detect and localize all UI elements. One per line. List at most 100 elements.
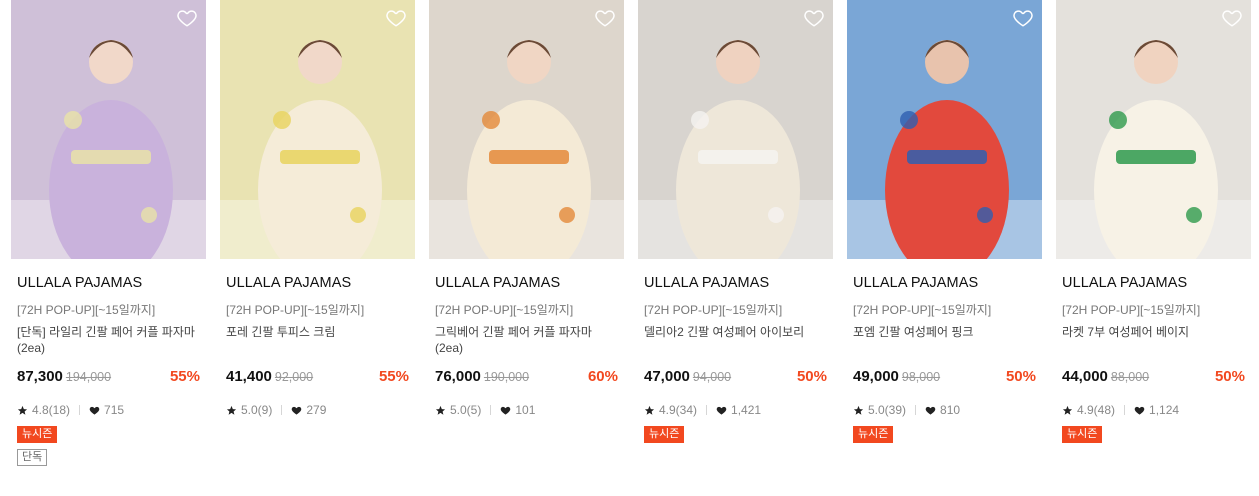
divider — [1124, 405, 1126, 415]
likes-count: 810 — [940, 403, 961, 417]
rating-value: 4.8(18) — [32, 403, 71, 417]
product-name[interactable]: 그릭베어 긴팔 페어 커플 파자마(2ea) — [435, 324, 618, 356]
rating-value: 4.9(34) — [659, 403, 698, 417]
new-season-badge: 뉴시즌 — [853, 426, 894, 443]
product-info: ULLALA PAJAMAS [72H POP-UP][~15일까지] 그릭베어… — [429, 275, 624, 426]
heart-filled-icon — [1134, 405, 1145, 416]
price-row: 87,300 194,000 55% — [17, 368, 200, 388]
wishlist-heart-icon[interactable] — [594, 7, 616, 29]
wishlist-heart-icon[interactable] — [1221, 7, 1243, 29]
sale-price: 47,000 — [644, 368, 690, 385]
original-price: 92,000 — [274, 370, 314, 384]
sale-price: 87,300 — [17, 368, 63, 385]
discount-rate: 55% — [378, 368, 409, 385]
discount-rate: 50% — [796, 368, 827, 385]
sale-price: 49,000 — [853, 368, 899, 385]
product-card[interactable]: ULLALA PAJAMAS [72H POP-UP][~15일까지] 라켓 7… — [1056, 0, 1251, 466]
promo-label: [72H POP-UP][~15일까지] — [226, 303, 365, 317]
original-price: 88,000 — [1110, 370, 1150, 384]
likes-count: 279 — [306, 403, 327, 417]
original-price: 190,000 — [483, 370, 530, 384]
divider — [281, 405, 283, 415]
product-info: ULLALA PAJAMAS [72H POP-UP][~15일까지] 포레 긴… — [220, 275, 415, 426]
divider — [915, 405, 917, 415]
likes-count: 1,421 — [731, 403, 762, 417]
promo-label: [72H POP-UP][~15일까지] — [644, 303, 783, 317]
badge-list: 뉴시즌 — [853, 426, 1036, 443]
wishlist-heart-icon[interactable] — [176, 7, 198, 29]
product-photo — [220, 0, 415, 259]
product-image[interactable] — [429, 0, 624, 259]
product-image[interactable] — [847, 0, 1042, 259]
product-card[interactable]: ULLALA PAJAMAS [72H POP-UP][~15일까지] 포레 긴… — [220, 0, 415, 466]
price-row: 76,000 190,000 60% — [435, 368, 618, 388]
rating-value: 4.9(48) — [1077, 403, 1116, 417]
brand-name[interactable]: ULLALA PAJAMAS — [435, 275, 618, 293]
brand-name[interactable]: ULLALA PAJAMAS — [1062, 275, 1245, 293]
product-image[interactable] — [11, 0, 206, 259]
review-meta: 4.9(48) 1,124 — [1062, 402, 1245, 418]
sale-price: 44,000 — [1062, 368, 1108, 385]
heart-filled-icon — [925, 405, 936, 416]
product-name[interactable]: 포레 긴팔 투피스 크림 — [226, 324, 409, 356]
product-info: ULLALA PAJAMAS [72H POP-UP][~15일까지] 라켓 7… — [1056, 275, 1251, 443]
heart-filled-icon — [291, 405, 302, 416]
product-image[interactable] — [220, 0, 415, 259]
new-season-badge: 뉴시즌 — [1062, 426, 1103, 443]
sale-price: 41,400 — [226, 368, 272, 385]
star-icon — [17, 405, 28, 416]
wishlist-heart-icon[interactable] — [803, 7, 825, 29]
brand-name[interactable]: ULLALA PAJAMAS — [644, 275, 827, 293]
product-photo — [1056, 0, 1251, 259]
star-icon — [1062, 405, 1073, 416]
discount-rate: 60% — [587, 368, 618, 385]
product-info: ULLALA PAJAMAS [72H POP-UP][~15일까지] [단독]… — [11, 275, 206, 466]
price-row: 49,000 98,000 50% — [853, 368, 1036, 388]
rating-value: 5.0(5) — [450, 403, 482, 417]
likes-count: 715 — [104, 403, 125, 417]
promo-label: [72H POP-UP][~15일까지] — [1062, 303, 1201, 317]
product-card[interactable]: ULLALA PAJAMAS [72H POP-UP][~15일까지] 그릭베어… — [429, 0, 624, 466]
divider — [79, 405, 81, 415]
brand-name[interactable]: ULLALA PAJAMAS — [226, 275, 409, 293]
promo-label: [72H POP-UP][~15일까지] — [17, 303, 156, 317]
original-price: 98,000 — [901, 370, 941, 384]
rating-value: 5.0(9) — [241, 403, 273, 417]
original-price: 194,000 — [65, 370, 112, 384]
heart-filled-icon — [716, 405, 727, 416]
product-card[interactable]: ULLALA PAJAMAS [72H POP-UP][~15일까지] [단독]… — [11, 0, 206, 466]
product-info: ULLALA PAJAMAS [72H POP-UP][~15일까지] 포엠 긴… — [847, 275, 1042, 443]
brand-name[interactable]: ULLALA PAJAMAS — [17, 275, 200, 293]
product-image[interactable] — [638, 0, 833, 259]
promo-label: [72H POP-UP][~15일까지] — [435, 303, 574, 317]
star-icon — [435, 405, 446, 416]
likes-count: 1,124 — [1149, 403, 1180, 417]
product-photo — [429, 0, 624, 259]
rating-value: 5.0(39) — [868, 403, 907, 417]
new-season-badge: 뉴시즌 — [644, 426, 685, 443]
likes-count: 101 — [515, 403, 536, 417]
sale-price: 76,000 — [435, 368, 481, 385]
product-image[interactable] — [1056, 0, 1251, 259]
badge-list: 뉴시즌 단독 — [17, 426, 200, 466]
heart-filled-icon — [89, 405, 100, 416]
star-icon — [226, 405, 237, 416]
wishlist-heart-icon[interactable] — [385, 7, 407, 29]
product-grid: ULLALA PAJAMAS [72H POP-UP][~15일까지] [단독]… — [11, 0, 1251, 466]
brand-name[interactable]: ULLALA PAJAMAS — [853, 275, 1036, 293]
wishlist-heart-icon[interactable] — [1012, 7, 1034, 29]
product-name[interactable]: 포엠 긴팔 여성페어 핑크 — [853, 324, 1036, 356]
product-photo — [638, 0, 833, 259]
product-name[interactable]: 델리아2 긴팔 여성페어 아이보리 — [644, 324, 827, 356]
product-name[interactable]: 라켓 7부 여성페어 베이지 — [1062, 324, 1245, 356]
badge-list: 뉴시즌 — [1062, 426, 1245, 443]
discount-rate: 55% — [169, 368, 200, 385]
exclusive-badge: 단독 — [17, 449, 48, 466]
product-card[interactable]: ULLALA PAJAMAS [72H POP-UP][~15일까지] 포엠 긴… — [847, 0, 1042, 466]
product-photo — [11, 0, 206, 259]
product-name[interactable]: [단독] 라일리 긴팔 페어 커플 파자마(2ea) — [17, 324, 200, 356]
price-row: 44,000 88,000 50% — [1062, 368, 1245, 388]
price-row: 41,400 92,000 55% — [226, 368, 409, 388]
star-icon — [853, 405, 864, 416]
product-card[interactable]: ULLALA PAJAMAS [72H POP-UP][~15일까지] 델리아2… — [638, 0, 833, 466]
